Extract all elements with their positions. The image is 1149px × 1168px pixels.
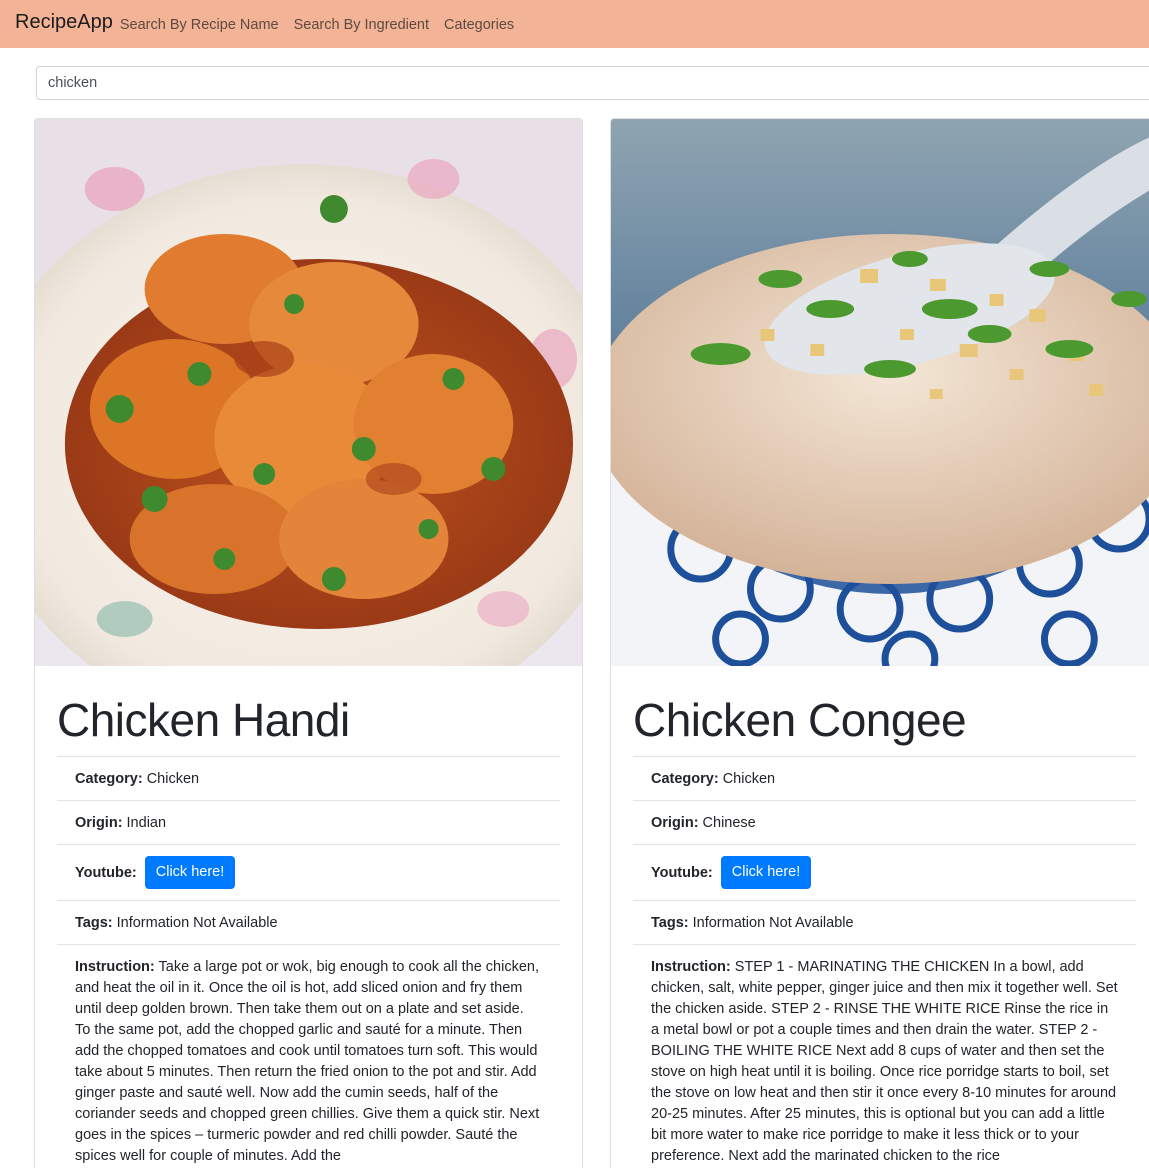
- tags-value: Information Not Available: [116, 914, 278, 931]
- recipe-category: Category: Chicken: [57, 756, 560, 800]
- nav-search-by-ingredient[interactable]: Search By Ingredient: [294, 17, 429, 33]
- recipe-origin: Origin: Indian: [57, 800, 560, 844]
- recipe-origin: Origin: Chinese: [633, 800, 1136, 844]
- tags-label: Tags:: [75, 914, 113, 931]
- youtube-label: Youtube:: [75, 864, 137, 881]
- recipe-tags: Tags: Information Not Available: [633, 900, 1136, 944]
- instruction-text: Take a large pot or wok, big enough to c…: [75, 959, 540, 1164]
- origin-value: Chinese: [702, 814, 756, 831]
- recipe-category: Category: Chicken: [633, 756, 1136, 800]
- instruction-label: Instruction:: [75, 959, 155, 975]
- nav-categories[interactable]: Categories: [444, 17, 514, 33]
- category-value: Chicken: [722, 770, 776, 787]
- instruction-text: STEP 1 - MARINATING THE CHICKEN In a bow…: [651, 959, 1118, 1164]
- brand-logo[interactable]: RecipeApp: [15, 11, 113, 34]
- youtube-button[interactable]: Click here!: [144, 856, 236, 889]
- recipe-card-body: Chicken Congee Category: Chicken Origin:…: [633, 666, 1136, 1167]
- recipe-instruction: Instruction: STEP 1 - MARINATING THE CHI…: [633, 944, 1136, 1167]
- youtube-button[interactable]: Click here!: [720, 856, 812, 889]
- category-label: Category:: [75, 770, 143, 787]
- category-value: Chicken: [146, 770, 200, 787]
- origin-label: Origin:: [651, 814, 699, 831]
- recipe-title: Chicken Congee: [633, 694, 967, 746]
- recipe-youtube: Youtube: Click here!: [633, 844, 1136, 900]
- recipe-card: Chicken Congee Category: Chicken Origin:…: [610, 118, 1149, 1168]
- origin-value: Indian: [126, 814, 167, 831]
- recipe-card: Chicken Handi Category: Chicken Origin: …: [34, 118, 583, 1168]
- curry-dish-image: [35, 119, 582, 666]
- instruction-label: Instruction:: [651, 959, 731, 975]
- recipe-card-body: Chicken Handi Category: Chicken Origin: …: [57, 666, 560, 1167]
- youtube-label: Youtube:: [651, 864, 713, 881]
- recipe-tags: Tags: Information Not Available: [57, 900, 560, 944]
- category-label: Category:: [651, 770, 719, 787]
- congee-bowl-image: [611, 119, 1149, 666]
- navbar: RecipeApp Search By Recipe Name Search B…: [0, 0, 1149, 48]
- recipe-youtube: Youtube: Click here!: [57, 844, 560, 900]
- recipe-instruction: Instruction: Take a large pot or wok, bi…: [57, 944, 560, 1167]
- search-input[interactable]: [36, 66, 1149, 100]
- nav-search-by-name[interactable]: Search By Recipe Name: [120, 17, 279, 33]
- recipe-title: Chicken Handi: [57, 694, 350, 746]
- tags-value: Information Not Available: [692, 914, 854, 931]
- tags-label: Tags:: [651, 914, 689, 931]
- origin-label: Origin:: [75, 814, 123, 831]
